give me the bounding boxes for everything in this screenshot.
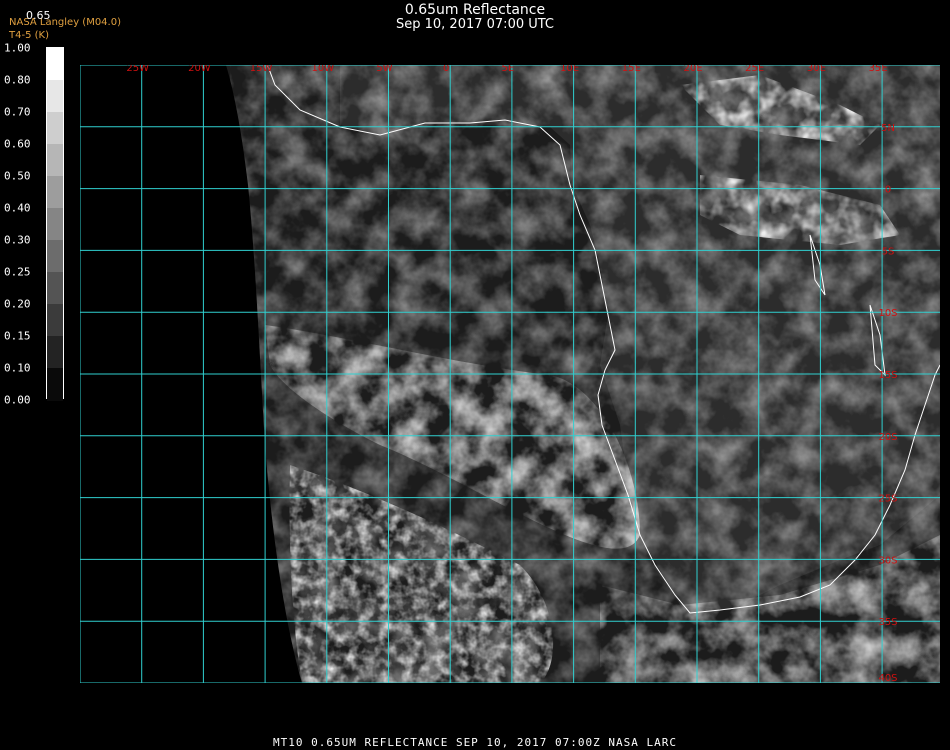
longitude-label: 20E xyxy=(683,65,702,74)
latitude-label: 20S xyxy=(878,432,897,443)
colorbar-tick: 0.10 xyxy=(4,361,31,375)
latitude-label: 5N xyxy=(881,123,895,134)
longitude-label: 20W xyxy=(188,65,211,74)
colorbar-title: 0.65 xyxy=(26,9,51,22)
image-datetime: Sep 10, 2017 07:00 UTC xyxy=(395,17,555,32)
colorbar-segment xyxy=(47,240,63,273)
colorbar-segment xyxy=(47,144,63,177)
longitude-label: 25W xyxy=(126,65,149,74)
colorbar-segment xyxy=(47,176,63,209)
colorbar-segment xyxy=(47,208,63,241)
colorbar-tick: 0.25 xyxy=(4,265,31,279)
longitude-label: 0 xyxy=(443,65,449,74)
colorbar-tick: 0.00 xyxy=(4,393,31,407)
colorbar-segment xyxy=(47,112,63,145)
longitude-label: 10W xyxy=(311,65,334,74)
latitude-label: 15S xyxy=(878,370,897,381)
latitude-label: 5S xyxy=(882,246,895,257)
colorbar-segment xyxy=(47,304,63,337)
longitude-label: 5E xyxy=(502,65,515,74)
colorbar-segment xyxy=(47,368,63,401)
latitude-label: 40S xyxy=(878,673,897,683)
colorbar-tick: 0.15 xyxy=(4,329,31,343)
longitude-label: 25E xyxy=(745,65,764,74)
colorbar-segment xyxy=(47,80,63,113)
image-title: 0.65um Reflectance xyxy=(404,2,546,18)
colorbar-tick: 0.70 xyxy=(4,105,31,119)
longitude-label: 30E xyxy=(807,65,826,74)
longitude-label: 35E xyxy=(869,65,888,74)
colorbar-tick: 1.00 xyxy=(4,41,31,55)
satellite-image: 25W 20W 15W 10W 5W 0 5E 10E 15E 20E 25E 30E 35E 5N 0 5S… xyxy=(80,65,940,683)
colorbar-tick: 0.60 xyxy=(4,137,31,151)
latitude-label: 30S xyxy=(878,555,897,566)
colorbar-segment xyxy=(47,272,63,305)
longitude-label: 5W xyxy=(376,65,392,74)
colorbar-tick: 0.50 xyxy=(4,169,31,183)
longitude-label: 15W xyxy=(250,65,273,74)
latitude-label: 10S xyxy=(878,308,897,319)
latitude-label: 0 xyxy=(885,185,891,196)
colorbar-segment xyxy=(47,48,63,81)
footer-caption: MT10 0.65UM REFLECTANCE SEP 10, 2017 07:… xyxy=(273,736,677,749)
colorbar-segment xyxy=(47,336,63,369)
colorbar-tick: 0.40 xyxy=(4,201,31,215)
latitude-label: 35S xyxy=(878,617,897,628)
colorbar xyxy=(46,47,64,401)
colorbar-tick: 0.20 xyxy=(4,297,31,311)
latitude-label: 25S xyxy=(878,494,897,505)
satellite-map: 25W 20W 15W 10W 5W 0 5E 10E 15E 20E 25E 30E 35E 5N 0 5S… xyxy=(80,65,940,683)
colorbar-tick: 0.80 xyxy=(4,73,31,87)
longitude-label: 10E xyxy=(560,65,579,74)
channel-label: T4-5 (K) xyxy=(9,30,49,41)
colorbar-tick: 0.30 xyxy=(4,233,31,247)
longitude-label: 15E xyxy=(622,65,641,74)
